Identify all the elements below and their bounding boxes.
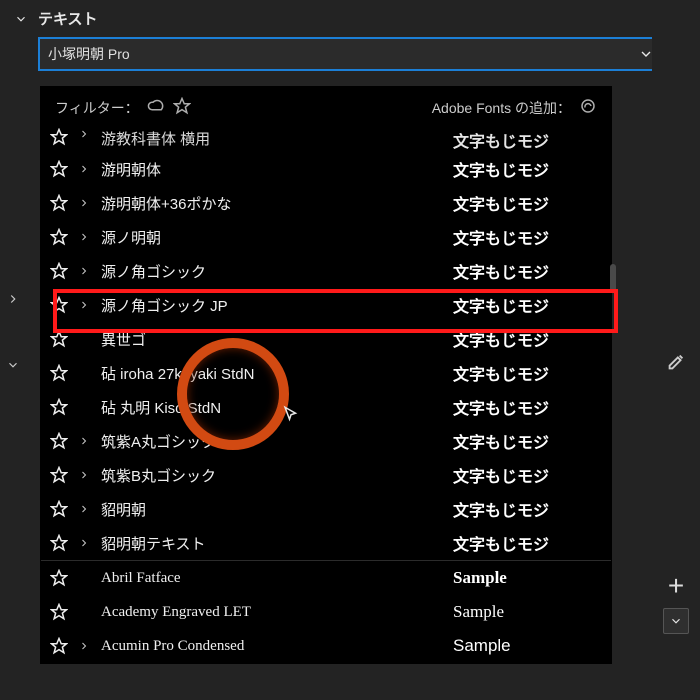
font-sample: 文字もじモジ xyxy=(453,293,603,317)
font-name: 貂明朝 xyxy=(95,499,453,520)
favorite-toggle[interactable] xyxy=(45,228,73,246)
favorite-toggle[interactable] xyxy=(45,432,73,450)
panel-expand-icon[interactable] xyxy=(6,292,20,309)
expand-family-icon[interactable] xyxy=(73,435,95,447)
expand-family-icon[interactable] xyxy=(73,299,95,311)
favorite-toggle[interactable] xyxy=(45,194,73,212)
font-row[interactable]: 游明朝体+36ポかな文字もじモジ xyxy=(41,186,611,220)
font-sample: 文字もじモジ xyxy=(453,128,603,152)
font-sample: 文字もじモジ xyxy=(453,361,603,385)
font-sample: 文字もじモジ xyxy=(453,497,603,521)
scroll-thumb[interactable] xyxy=(610,264,616,292)
font-sample: 文字もじモジ xyxy=(453,191,603,215)
font-row[interactable]: 砧 丸明 Kiso StdN文字もじモジ xyxy=(41,390,611,424)
favorite-toggle[interactable] xyxy=(45,569,73,587)
font-name: 游明朝体+36ポかな xyxy=(95,193,453,214)
expand-family-icon[interactable] xyxy=(73,128,95,140)
font-row[interactable]: 游教科書体 横用文字もじモジ xyxy=(41,128,611,152)
font-name: 源ノ角ゴシック JP xyxy=(95,295,453,316)
cloud-sync-icon[interactable] xyxy=(147,97,165,118)
expand-family-icon[interactable] xyxy=(73,163,95,175)
chevron-down-icon xyxy=(14,12,28,26)
font-row[interactable]: 貂明朝テキスト文字もじモジ xyxy=(41,526,611,560)
font-select[interactable]: 小塚明朝 Pro xyxy=(40,39,660,69)
favorite-toggle[interactable] xyxy=(45,364,73,382)
font-row[interactable]: 源ノ明朝文字もじモジ xyxy=(41,220,611,254)
favorite-toggle[interactable] xyxy=(45,160,73,178)
favorite-filter-icon[interactable] xyxy=(173,97,191,118)
favorite-toggle[interactable] xyxy=(45,500,73,518)
font-name: Acumin Pro Condensed xyxy=(95,638,453,655)
font-row[interactable]: Academy Engraved LETSample xyxy=(41,595,611,629)
favorite-toggle[interactable] xyxy=(45,262,73,280)
font-name: 砧 丸明 Kiso StdN xyxy=(95,397,453,418)
font-name: 異世ゴ xyxy=(95,329,453,350)
font-row[interactable]: 砧 iroha 27keyaki StdN文字もじモジ xyxy=(41,356,611,390)
favorite-toggle[interactable] xyxy=(45,466,73,484)
font-row[interactable]: 貂明朝文字もじモジ xyxy=(41,492,611,526)
font-sample: 文字もじモジ xyxy=(453,395,603,419)
panel-collapse-button[interactable] xyxy=(663,608,689,634)
font-row[interactable]: 源ノ角ゴシック文字もじモジ xyxy=(41,254,611,288)
text-section-header[interactable]: テキスト xyxy=(0,0,700,37)
font-row[interactable]: 筑紫A丸ゴシック文字もじモジ xyxy=(41,424,611,458)
font-dropdown: フィルター： Adobe Fonts の追加： 游教科書体 横用文字もじモジ游明… xyxy=(40,86,612,664)
font-name: 砧 iroha 27keyaki StdN xyxy=(95,363,453,384)
expand-family-icon[interactable] xyxy=(73,231,95,243)
font-sample: 文字もじモジ xyxy=(453,429,603,453)
font-name: Academy Engraved LET xyxy=(95,604,453,621)
expand-family-icon[interactable] xyxy=(73,265,95,277)
expand-family-icon[interactable] xyxy=(73,537,95,549)
font-name: 源ノ明朝 xyxy=(95,227,453,248)
font-row[interactable]: Acumin Pro CondensedSample xyxy=(41,629,611,663)
expand-family-icon[interactable] xyxy=(73,197,95,209)
filter-label: フィルター： xyxy=(55,98,139,118)
font-list[interactable]: 游教科書体 横用文字もじモジ游明朝体文字もじモジ游明朝体+36ポかな文字もじモジ… xyxy=(41,128,611,663)
font-list-scrollbar[interactable] xyxy=(612,86,616,690)
favorite-toggle[interactable] xyxy=(45,534,73,552)
expand-family-icon[interactable] xyxy=(73,503,95,515)
font-row[interactable]: 異世ゴ文字もじモジ xyxy=(41,322,611,356)
favorite-toggle[interactable] xyxy=(45,637,73,655)
font-row[interactable]: 游明朝体文字もじモジ xyxy=(41,152,611,186)
font-sample: Sample xyxy=(453,602,603,622)
add-button[interactable]: + xyxy=(660,570,692,602)
font-name: 貂明朝テキスト xyxy=(95,533,453,554)
expand-family-icon[interactable] xyxy=(73,469,95,481)
font-sample: 文字もじモジ xyxy=(453,531,603,555)
font-sample: 文字もじモジ xyxy=(453,259,603,283)
font-sample: Sample xyxy=(453,568,603,588)
font-row[interactable]: 源ノ角ゴシック JP文字もじモジ xyxy=(41,288,611,322)
font-name: 游明朝体 xyxy=(95,159,453,180)
add-adobe-fonts-label: Adobe Fonts の追加： xyxy=(432,98,571,118)
section-title: テキスト xyxy=(38,8,98,29)
font-name: 筑紫B丸ゴシック xyxy=(95,465,453,486)
favorite-toggle[interactable] xyxy=(45,128,73,146)
font-row[interactable]: 筑紫B丸ゴシック文字もじモジ xyxy=(41,458,611,492)
favorite-toggle[interactable] xyxy=(45,330,73,348)
font-dropdown-header: フィルター： Adobe Fonts の追加： xyxy=(41,87,611,128)
font-sample: 文字もじモジ xyxy=(453,327,603,351)
font-select-row: 小塚明朝 Pro xyxy=(0,37,700,73)
font-name: Abril Fatface xyxy=(95,570,453,587)
font-sample: 文字もじモジ xyxy=(453,225,603,249)
expand-family-icon[interactable] xyxy=(73,640,95,652)
font-name: 游教科書体 横用 xyxy=(95,128,453,149)
favorite-toggle[interactable] xyxy=(45,398,73,416)
font-select-value[interactable]: 小塚明朝 Pro xyxy=(40,40,632,68)
favorite-toggle[interactable] xyxy=(45,603,73,621)
tools-icon[interactable] xyxy=(660,346,692,378)
font-name: 源ノ角ゴシック xyxy=(95,261,453,282)
creative-cloud-icon[interactable] xyxy=(579,97,597,118)
font-sample: 文字もじモジ xyxy=(453,157,603,181)
right-rail: + xyxy=(652,0,700,700)
font-name: 筑紫A丸ゴシック xyxy=(95,431,453,452)
font-sample: 文字もじモジ xyxy=(453,463,603,487)
font-sample: Sample xyxy=(453,636,603,656)
favorite-toggle[interactable] xyxy=(45,296,73,314)
chevron-down-icon[interactable] xyxy=(6,358,20,375)
font-row[interactable]: Abril FatfaceSample xyxy=(41,561,611,595)
